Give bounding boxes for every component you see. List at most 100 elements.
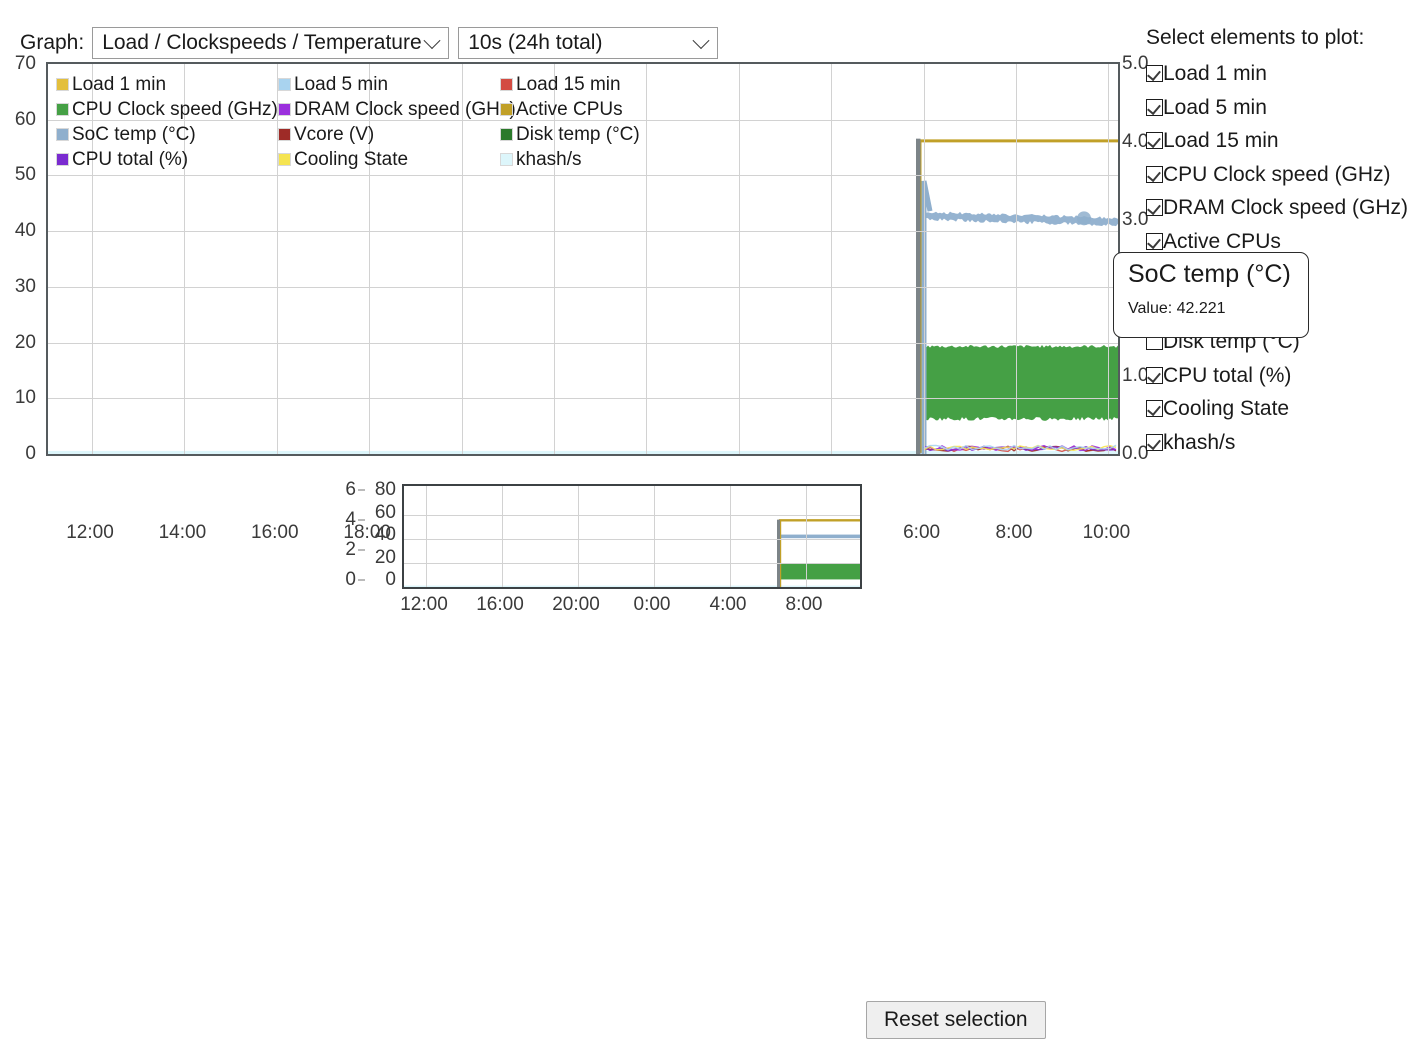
navigator-y-right-tick: 20 bbox=[374, 546, 396, 568]
checkbox-checked-icon[interactable] bbox=[1146, 165, 1163, 183]
legend-item[interactable]: Active CPUs bbox=[500, 97, 640, 122]
checkbox-row[interactable]: Load 15 min bbox=[1146, 124, 1424, 158]
main-chart: 706050403020100 5.04.03.02.01.00.0 Load … bbox=[0, 53, 1160, 543]
legend-color-swatch bbox=[500, 78, 513, 91]
legend-item[interactable]: CPU total (%) bbox=[56, 147, 278, 172]
element-selector-title: Select elements to plot: bbox=[1146, 26, 1365, 49]
checkbox-row[interactable]: CPU total (%) bbox=[1146, 359, 1424, 393]
tooltip-value: Value: 42.221 bbox=[1128, 299, 1226, 317]
checkbox-checked-icon[interactable] bbox=[1146, 400, 1163, 418]
navigator-y-axis-right: 80 60 40 20 0 bbox=[360, 479, 396, 592]
legend-color-swatch bbox=[278, 103, 291, 116]
y-axis-right-tick-label: 1.0 bbox=[1122, 365, 1149, 386]
y-axis-right-tick-label: 3.0 bbox=[1122, 209, 1149, 230]
navigator-y-left-tick: 2 bbox=[345, 539, 356, 560]
checkbox-row[interactable]: Load 5 min bbox=[1146, 91, 1424, 125]
navigator-y-right-tick: 60 bbox=[374, 501, 396, 523]
legend-item[interactable]: Cooling State bbox=[278, 147, 500, 172]
gridline-horizontal bbox=[48, 175, 1118, 177]
plot-area[interactable]: Load 1 min Load 5 min Load 15 min CPU Clock… bbox=[46, 62, 1120, 456]
legend-color-swatch bbox=[56, 128, 69, 141]
legend-item[interactable]: DRAM Clock speed (GHz) bbox=[278, 97, 516, 122]
checkbox-label: Load 1 min bbox=[1163, 62, 1267, 86]
interval-select[interactable]: 10s (24h total) bbox=[458, 27, 719, 59]
graph-type-select[interactable]: Load / Clockspeeds / Temperature bbox=[92, 27, 450, 59]
series-path bbox=[1077, 211, 1091, 226]
navigator-series-path bbox=[780, 534, 860, 539]
series-tooltip: SoC temp (°C) Value: 42.221 bbox=[1113, 252, 1309, 338]
checkbox-row[interactable]: Cooling State bbox=[1146, 392, 1424, 426]
navigator: 6420 80 60 40 20 0 12:00 16:00 20:00 0:00 4:00 8:… bbox=[0, 479, 1424, 1039]
y-axis-left-tick-label: 50 bbox=[14, 164, 36, 186]
checkbox-label: khash/s bbox=[1163, 430, 1236, 454]
navigator-plot-area[interactable] bbox=[402, 484, 862, 589]
graph-label: Graph: bbox=[20, 31, 85, 54]
gridline-vertical bbox=[738, 64, 740, 454]
y-axis-right-tick-label: 4.0 bbox=[1122, 131, 1149, 152]
y-axis-left-tick-label: 30 bbox=[14, 275, 36, 297]
checkbox-row[interactable]: DRAM Clock speed (GHz) bbox=[1146, 191, 1424, 225]
series-path bbox=[920, 345, 1118, 421]
y-axis-left-tick-label: 0 bbox=[25, 443, 36, 464]
legend-color-swatch bbox=[278, 128, 291, 141]
element-selector-panel: Select elements to plot: Load 1 min Load … bbox=[1146, 26, 1424, 459]
legend-item-label: Load 1 min bbox=[72, 74, 167, 95]
legend-item-label: Vcore (V) bbox=[294, 124, 375, 145]
graph-type-select-value: Load / Clockspeeds / Temperature bbox=[102, 31, 422, 54]
navigator-y-right-tick: 80 bbox=[374, 479, 396, 500]
checkbox-checked-icon[interactable] bbox=[1146, 132, 1163, 150]
chevron-down-icon bbox=[423, 32, 441, 50]
gridline-vertical bbox=[923, 64, 925, 454]
checkbox-row[interactable]: Load 1 min bbox=[1146, 57, 1424, 91]
checkbox-checked-icon[interactable] bbox=[1146, 366, 1163, 384]
legend-item-label: Active CPUs bbox=[516, 99, 623, 120]
legend-item-label: Cooling State bbox=[294, 149, 409, 170]
reset-selection-button[interactable]: Reset selection bbox=[866, 1001, 1046, 1039]
checkbox-label: Cooling State bbox=[1163, 397, 1290, 421]
legend-color-swatch bbox=[56, 103, 69, 116]
y-axis-right-tick-label: 0.0 bbox=[1122, 443, 1149, 464]
chevron-down-icon bbox=[692, 32, 710, 50]
gridline-horizontal bbox=[48, 286, 1118, 288]
y-axis-left-tick-label: 40 bbox=[14, 220, 36, 242]
chart-legend: Load 1 min Load 5 min Load 15 min CPU Clock… bbox=[56, 72, 640, 172]
checkbox-label: Load 15 min bbox=[1163, 129, 1279, 153]
checkbox-checked-icon[interactable] bbox=[1146, 199, 1163, 217]
navigator-gridline-vertical bbox=[806, 486, 807, 587]
checkbox-checked-icon[interactable] bbox=[1146, 232, 1163, 250]
navigator-series-path bbox=[777, 519, 780, 587]
legend-color-swatch bbox=[500, 128, 513, 141]
legend-item[interactable]: Load 5 min bbox=[278, 72, 500, 97]
y-axis-left-tick-label: 60 bbox=[14, 108, 36, 130]
legend-item-label: Load 5 min bbox=[294, 74, 389, 95]
checkbox-label: CPU Clock speed (GHz) bbox=[1163, 162, 1391, 186]
checkbox-checked-icon[interactable] bbox=[1146, 65, 1163, 83]
legend-item[interactable]: Load 1 min bbox=[56, 72, 278, 97]
legend-item[interactable]: Disk temp (°C) bbox=[500, 122, 640, 147]
gridline-horizontal bbox=[48, 342, 1118, 344]
legend-item-label: DRAM Clock speed (GHz) bbox=[294, 99, 516, 120]
navigator-y-left-tick: 0 bbox=[345, 569, 356, 590]
legend-item[interactable]: khash/s bbox=[500, 147, 640, 172]
legend-color-swatch bbox=[278, 78, 291, 91]
gridline-horizontal bbox=[48, 398, 1118, 400]
checkbox-row[interactable]: CPU Clock speed (GHz) bbox=[1146, 158, 1424, 192]
legend-item[interactable]: SoC temp (°C) bbox=[56, 122, 278, 147]
navigator-x-tick: 4:00 bbox=[709, 594, 747, 615]
series-path bbox=[916, 138, 921, 454]
legend-item-label: Load 15 min bbox=[516, 74, 621, 95]
legend-item-label: CPU total (%) bbox=[72, 149, 189, 170]
gridline-vertical bbox=[1016, 64, 1017, 454]
legend-item[interactable]: Vcore (V) bbox=[278, 122, 500, 147]
navigator-gridline-horizontal bbox=[404, 562, 860, 564]
legend-item[interactable]: CPU Clock speed (GHz) bbox=[56, 97, 278, 122]
checkbox-checked-icon[interactable] bbox=[1146, 98, 1163, 116]
navigator-y-right-tick: 40 bbox=[374, 524, 396, 545]
navigator-series-path bbox=[780, 563, 860, 580]
checkbox-checked-icon[interactable] bbox=[1146, 433, 1163, 451]
y-axis-left: 70 60 50 40 30 20 10 0 bbox=[0, 53, 42, 464]
gridline-vertical bbox=[831, 64, 833, 454]
checkbox-row[interactable]: khash/s bbox=[1146, 426, 1424, 460]
navigator-gridline-horizontal bbox=[404, 514, 860, 516]
legend-item[interactable]: Load 15 min bbox=[500, 72, 640, 97]
